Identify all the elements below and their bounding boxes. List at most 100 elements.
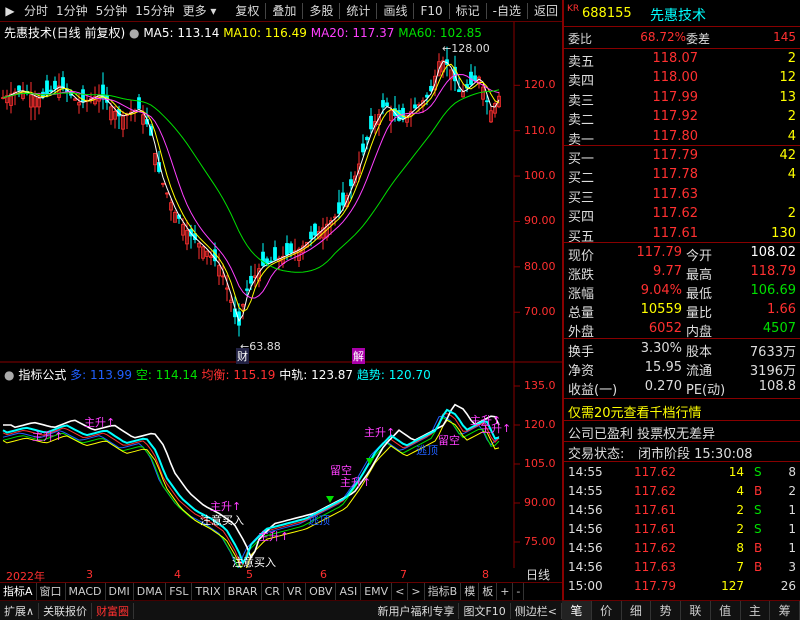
tick-row[interactable]: 14:56 117.62 8 B 1	[564, 539, 800, 558]
orderbook-row[interactable]: 买一 117.79 42	[564, 147, 800, 167]
indicator-tabs: 指标A 窗口 MACD DMI DMA FSL TRIX BRAR CR VR OBV ASI EMV <…	[0, 582, 562, 601]
indicator-tab[interactable]: ASI	[336, 582, 362, 601]
orderbook-row[interactable]: 买五 117.61 130	[564, 225, 800, 245]
indicator-tab[interactable]: 窗口	[37, 582, 66, 601]
status-new-user[interactable]: 新用户福利专享	[373, 602, 460, 619]
finance-marker[interactable]: 财	[236, 348, 249, 364]
indicator-tab[interactable]: 指标A	[0, 582, 37, 601]
quote-tab[interactable]: 主	[741, 601, 771, 620]
price-tick-label: 110.0	[524, 123, 556, 137]
tick-row[interactable]: 14:56 117.63 7 B 3	[564, 558, 800, 577]
divider	[564, 398, 800, 399]
indicator-name[interactable]: 指标公式	[18, 368, 66, 382]
toolbar-btn-zixuan[interactable]: -自选	[489, 0, 525, 22]
toolbar-btn-5min[interactable]: 5分钟	[92, 0, 132, 22]
orderbook-row[interactable]: 买二 117.78 4	[564, 166, 800, 186]
indicator-tab[interactable]: OBV	[306, 582, 337, 601]
indicator-tab[interactable]: >	[408, 582, 425, 601]
orderbook-row[interactable]: 卖三 117.99 13	[564, 89, 800, 109]
indicator-tab[interactable]: VR	[284, 582, 307, 601]
stat-label: 量比	[686, 306, 713, 321]
tick-count: 1	[788, 522, 796, 536]
orderbook-row[interactable]: 卖一 117.80 4	[564, 128, 800, 148]
stat-value: 106.69	[750, 283, 797, 298]
quote-tab[interactable]: 笔	[562, 601, 592, 620]
quote-tab[interactable]: 价	[592, 601, 622, 620]
notice-row: 公司已盈利 投票权无差异	[564, 422, 800, 442]
toolbar-btn-huaxian[interactable]: 画线	[379, 0, 411, 22]
orderbook-volume: 42	[779, 148, 796, 163]
tick-count: 26	[780, 579, 796, 593]
stat-label: PE(动)	[686, 383, 726, 398]
status-related-quote[interactable]: 关联报价	[39, 602, 93, 619]
indicator-tab[interactable]: DMI	[106, 582, 134, 601]
candle-body	[245, 288, 249, 291]
period-label[interactable]: 日线	[526, 566, 550, 583]
unlock-marker[interactable]: 解	[352, 348, 365, 364]
toolbar-btn-fuquan[interactable]: 复权	[231, 0, 263, 22]
tick-row[interactable]: 14:55 117.62 14 S 8	[564, 463, 800, 482]
quote-tab[interactable]: 筹	[770, 601, 800, 620]
indicator-tab[interactable]: CR	[262, 582, 284, 601]
indicator-tab[interactable]: DMA	[134, 582, 167, 601]
status-expand[interactable]: 扩展∧	[0, 602, 40, 619]
toolbar-btn-fenshi[interactable]: 分时	[20, 0, 52, 22]
status-wealth-circle[interactable]: 财富圈	[92, 602, 135, 619]
toolbar-btn-more[interactable]: 更多 ▾	[179, 0, 221, 22]
candle-body	[273, 247, 277, 261]
orderbook-row[interactable]: 卖四 118.00 12	[564, 69, 800, 89]
orderbook-row[interactable]: 卖二 117.92 2	[564, 108, 800, 128]
candles-layer	[1, 46, 501, 337]
indicator-tab[interactable]: EMV	[361, 582, 393, 601]
indicator-tab[interactable]: BRAR	[225, 582, 262, 601]
toolbar-btn-back[interactable]: 返回	[530, 0, 562, 22]
quote-tab[interactable]: 联	[681, 601, 711, 620]
orderbook-volume: 2	[787, 109, 796, 125]
candle-body	[381, 100, 385, 108]
candle-body	[285, 243, 289, 255]
tick-row[interactable]: 14:56 117.61 2 S 1	[564, 501, 800, 520]
toolbar-btn-biaoji[interactable]: 标记	[452, 0, 484, 22]
indicator-tab[interactable]: MACD	[66, 582, 106, 601]
promo-row[interactable]: 仅需20元查看千档行情	[564, 401, 800, 421]
tick-row[interactable]: 14:56 117.61 2 S 1	[564, 520, 800, 539]
orderbook-row[interactable]: 买四 117.62 2	[564, 205, 800, 225]
signal-arrow-icon	[326, 496, 334, 503]
date-label: 6	[320, 568, 327, 581]
orderbook-row[interactable]: 卖五 118.07 2	[564, 50, 800, 70]
candle-body	[365, 137, 369, 141]
tick-row[interactable]: 15:00 117.79 127 26	[564, 577, 800, 596]
indicator-tab[interactable]: 模	[461, 582, 480, 601]
toolbar-btn-diejia[interactable]: 叠加	[268, 0, 300, 22]
indicator-tab[interactable]: 板	[479, 582, 498, 601]
quote-tab[interactable]: 值	[711, 601, 741, 620]
expand-icon[interactable]: ▶	[0, 0, 20, 22]
status-sidebar[interactable]: 侧边栏<	[511, 602, 562, 619]
kline-chart-canvas[interactable]	[0, 22, 562, 568]
toolbar-btn-duogu[interactable]: 多股	[305, 0, 337, 22]
candle-body	[289, 243, 293, 254]
quote-tab[interactable]: 势	[651, 601, 681, 620]
indicator-tab[interactable]: FSL	[166, 582, 193, 601]
chart-area[interactable]: 先惠技术(日线 前复权) ● MA5: 113.14 MA10: 116.49 …	[0, 22, 562, 583]
indicator-tab[interactable]: <	[392, 582, 409, 601]
indicator-tab[interactable]: TRIX	[192, 582, 225, 601]
stat-label: 涨幅	[568, 287, 595, 302]
quote-tab[interactable]: 细	[622, 601, 652, 620]
stat-label: 换手	[568, 345, 595, 360]
promo-text[interactable]: 仅需20元查看千档行情	[568, 402, 702, 421]
stock-name: 先惠技术	[650, 8, 706, 24]
indicator-tab[interactable]: 指标B	[425, 582, 462, 601]
toolbar-btn-f10[interactable]: F10	[416, 0, 446, 22]
tick-volume: 8	[736, 541, 744, 555]
toolbar-btn-1min[interactable]: 1分钟	[52, 0, 92, 22]
status-f10[interactable]: 图文F10	[459, 602, 511, 619]
toolbar-btn-tongji[interactable]: 统计	[342, 0, 374, 22]
toolbar-btn-15min[interactable]: 15分钟	[131, 0, 178, 22]
indicator-tab[interactable]: -	[513, 582, 525, 601]
orderbook-row[interactable]: 买三 117.63	[564, 186, 800, 206]
indicator-tab[interactable]: +	[497, 582, 514, 601]
ma60-line	[2, 89, 500, 273]
stat-value: 118.79	[750, 264, 797, 279]
tick-row[interactable]: 14:55 117.62 4 B 2	[564, 482, 800, 501]
